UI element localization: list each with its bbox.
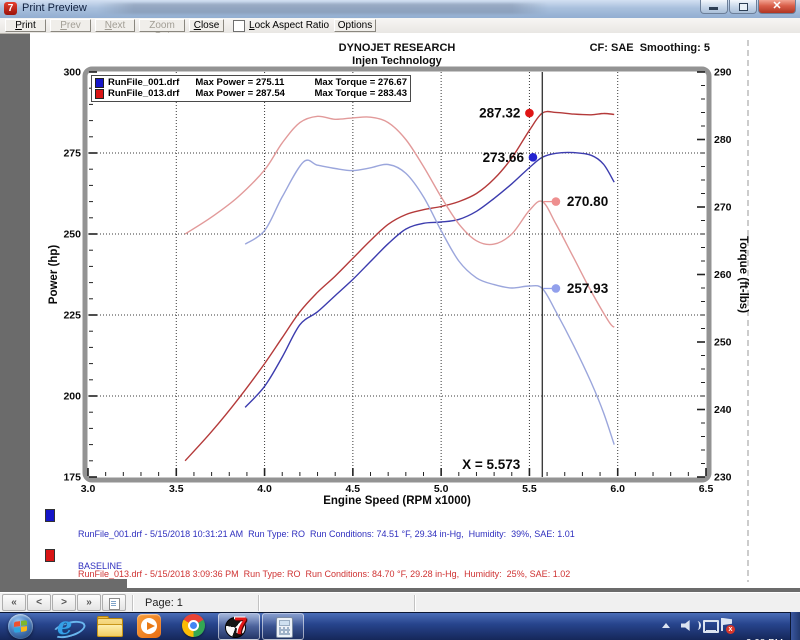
windows-flag-icon xyxy=(14,620,27,633)
action-center-flag-icon[interactable] xyxy=(721,618,723,631)
page-icon xyxy=(109,598,120,610)
close-icon: ✕ xyxy=(759,0,795,13)
correction-smoothing-label: CF: SAE Smoothing: 5 xyxy=(540,42,710,54)
close-button[interactable]: Close xyxy=(189,19,224,32)
lock-aspect-ratio-label: Lock Aspect Ratio xyxy=(249,20,329,31)
internet-explorer-icon: e xyxy=(57,613,72,638)
window-title: Print Preview xyxy=(22,2,87,14)
legend-file-name: RunFile_001.drf xyxy=(108,77,191,88)
chart-subtitle: Injen Technology xyxy=(30,55,764,67)
legend-swatch-blue xyxy=(95,78,104,88)
zoom-out-button[interactable]: Zoom Out xyxy=(139,19,185,32)
taskbar-item-calculator[interactable] xyxy=(262,613,304,640)
minimize-button[interactable] xyxy=(700,0,728,14)
legend-max-torque: Max Torque = 276.67 xyxy=(315,77,408,88)
next-button[interactable]: Next xyxy=(95,19,135,32)
minimize-icon xyxy=(709,7,718,10)
page-number-label: Page: 1 xyxy=(145,597,183,609)
first-page-button[interactable]: « xyxy=(2,594,26,611)
preview-page xyxy=(30,33,800,588)
action-center-alert-badge: x xyxy=(726,625,735,634)
tray-expand-icon[interactable] xyxy=(662,623,670,628)
run-1-conditions: RunFile_001.drf - 5/15/2018 10:31:21 AM … xyxy=(78,529,768,540)
print-preview-window: 7 Print Preview ✕ Print Prev Next Zoom O… xyxy=(0,0,800,640)
print-button[interactable]: Print xyxy=(5,19,46,32)
taskbar-item-chrome[interactable] xyxy=(182,614,208,639)
taskbar-clock[interactable]: 2:08 PM 6/8/2018 xyxy=(737,614,792,640)
taskbar-item-dynojet-winpep-active[interactable]: 7 xyxy=(218,613,260,640)
legend-row: RunFile_013.drf Max Power = 287.54 Max T… xyxy=(95,88,407,99)
show-desktop-button[interactable] xyxy=(790,612,800,640)
run-2-swatch xyxy=(45,549,55,562)
preview-background-notch xyxy=(0,579,127,592)
app-icon: 7 xyxy=(4,2,17,15)
taskbar-item-internet-explorer[interactable]: e xyxy=(55,614,81,639)
run-2-conditions: RunFile_013.drf - 5/15/2018 3:09:36 PM R… xyxy=(78,569,768,580)
legend-max-power: Max Power = 287.54 xyxy=(195,88,310,99)
legend-row: RunFile_001.drf Max Power = 275.11 Max T… xyxy=(95,77,407,88)
restore-button[interactable] xyxy=(729,0,757,14)
taskbar-item-media-player[interactable] xyxy=(137,614,163,639)
calculator-icon xyxy=(276,617,293,638)
legend-max-power: Max Power = 275.11 xyxy=(195,77,310,88)
start-button[interactable] xyxy=(8,614,33,639)
close-window-button[interactable]: ✕ xyxy=(758,0,796,14)
play-icon xyxy=(147,622,155,630)
statusbar-separator xyxy=(414,595,415,611)
run-1-swatch xyxy=(45,509,55,522)
lock-aspect-ratio-checkbox[interactable] xyxy=(233,20,245,32)
next-page-button[interactable]: > xyxy=(52,594,76,611)
titlebar[interactable]: 7 Print Preview ✕ xyxy=(0,0,800,19)
toolbar: Print Prev Next Zoom Out Close Lock Aspe… xyxy=(0,18,800,34)
legend-swatch-red xyxy=(95,89,104,99)
statusbar: « < > » Page: 1 xyxy=(0,592,800,613)
legend-file-name: RunFile_013.drf xyxy=(108,88,191,99)
restore-icon xyxy=(739,3,748,11)
winpep-7-icon: 7 xyxy=(234,614,247,640)
last-page-button[interactable]: » xyxy=(77,594,101,611)
statusbar-separator xyxy=(258,595,259,611)
blurred-document-title xyxy=(98,3,548,14)
legend-max-torque: Max Torque = 283.43 xyxy=(315,88,408,99)
chart-legend: RunFile_001.drf Max Power = 275.11 Max T… xyxy=(91,75,411,102)
prev-page-button[interactable]: < xyxy=(27,594,51,611)
prev-button[interactable]: Prev xyxy=(50,19,91,32)
taskbar-item-explorer[interactable] xyxy=(96,614,122,639)
options-button[interactable]: Options xyxy=(334,19,376,32)
statusbar-separator xyxy=(132,595,133,611)
page-setup-button[interactable] xyxy=(102,594,126,611)
